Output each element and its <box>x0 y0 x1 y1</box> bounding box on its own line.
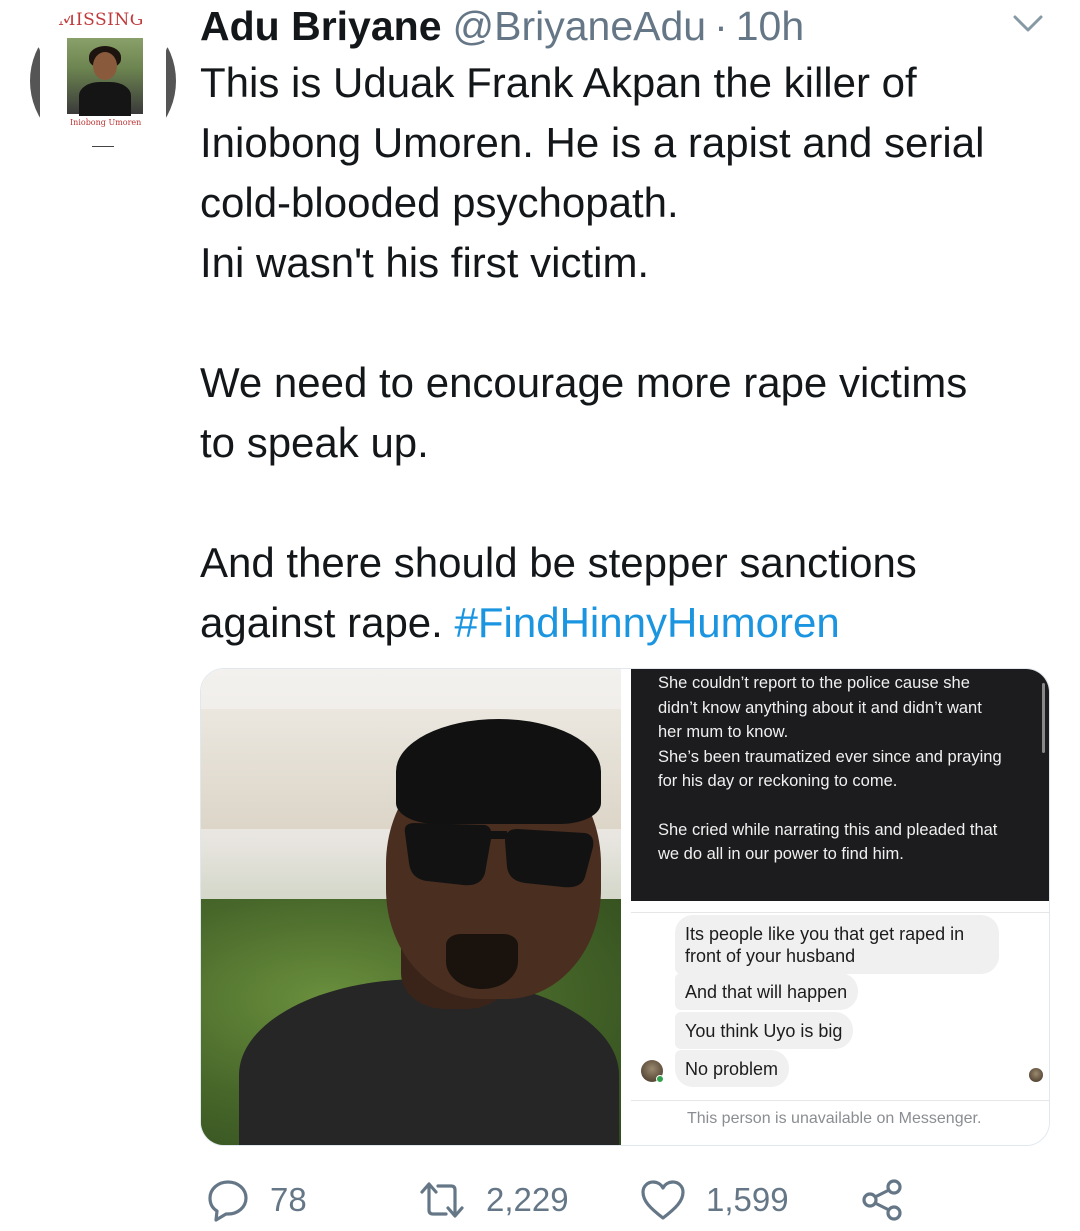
profile-avatar[interactable]: MISSING Iniobong Umoren <box>30 8 176 154</box>
tweet-actions: 78 2,229 1,599 <box>200 1172 1080 1228</box>
like-count: 1,599 <box>706 1181 789 1218</box>
message-bubble: And that will happen <box>675 973 859 1010</box>
avatar-frame-right <box>166 46 176 122</box>
message-bubble: No problem <box>675 1050 790 1087</box>
like-icon <box>641 1180 685 1220</box>
tweet: MISSING Iniobong Umoren Adu Briyane @Bri… <box>0 0 1080 1231</box>
dark-chat-line: her mum to know. <box>658 723 789 741</box>
tweet-line: And there should be stepper sanctions <box>200 539 917 586</box>
reply-count: 78 <box>270 1181 307 1218</box>
tweet-line: cold-blooded psychopath. <box>200 179 679 226</box>
reply-button[interactable]: 78 <box>206 1172 307 1228</box>
media-screenshot-messenger[interactable]: Its people like you that get raped in fr… <box>631 912 1049 1145</box>
retweet-count: 2,229 <box>486 1181 569 1218</box>
header-separator: · <box>714 3 728 49</box>
tweet-timestamp[interactable]: 10h <box>736 2 804 50</box>
sender-avatar <box>641 1060 664 1083</box>
messenger-divider <box>631 1100 1049 1101</box>
dark-chat-line: for his day or reckoning to come. <box>658 772 898 790</box>
reply-icon <box>208 1180 248 1222</box>
dark-chat-line: didn’t know anything about it and didn’t… <box>658 698 982 717</box>
retweet-icon <box>420 1182 464 1218</box>
dark-chat-line: She couldn’t report to the police cause … <box>658 674 970 692</box>
avatar-divider <box>92 146 114 147</box>
user-handle[interactable]: @BriyaneAdu <box>453 2 707 50</box>
tweet-line: We need to encourage more rape victims <box>200 359 968 406</box>
media-screenshot-dark-chat[interactable]: She couldn’t report to the police cause … <box>631 669 1049 901</box>
scrollbar <box>1042 683 1045 753</box>
share-button[interactable] <box>860 1172 904 1228</box>
online-indicator <box>656 1075 664 1083</box>
tweet-header: Adu Briyane @BriyaneAdu · 10h <box>200 2 804 50</box>
tweet-text: This is Uduak Frank Akpan the killer of … <box>200 53 1060 653</box>
dark-chat-line: we do all in our power to find him. <box>658 845 904 863</box>
hashtag-link[interactable]: #FindHinnyHumoren <box>455 599 840 646</box>
display-name[interactable]: Adu Briyane <box>200 2 442 50</box>
tweet-media[interactable]: She couldn’t report to the police cause … <box>200 668 1050 1146</box>
read-receipt-avatar <box>1029 1068 1043 1082</box>
tweet-line: Ini wasn't his first victim. <box>200 239 650 286</box>
message-bubble: Its people like you that get raped in fr… <box>675 915 999 974</box>
dark-chat-line: She cried while narrating this and plead… <box>658 820 998 839</box>
tweet-line: Iniobong Umoren. He is a rapist and seri… <box>200 119 985 166</box>
avatar-name-text: Iniobong Umoren <box>70 118 142 127</box>
chevron-down-icon[interactable] <box>1012 12 1044 34</box>
tweet-line-with-hashtag: against rape. #FindHinnyHumoren <box>200 593 1060 653</box>
avatar-missing-text: MISSING <box>58 10 144 30</box>
media-photo-man[interactable] <box>201 669 621 1145</box>
messenger-unavailable-text: This person is unavailable on Messenger. <box>687 1110 982 1127</box>
avatar-photo <box>67 38 143 116</box>
dark-chat-line: She’s been traumatized ever since and pr… <box>658 747 1002 766</box>
share-icon <box>862 1179 902 1221</box>
tweet-line: to speak up. <box>200 419 429 466</box>
message-bubble: You think Uyo is big <box>675 1012 854 1049</box>
tweet-line-prefix: against rape. <box>200 599 455 646</box>
like-button[interactable]: 1,599 <box>640 1172 789 1228</box>
tweet-line: This is Uduak Frank Akpan the killer of <box>200 59 917 106</box>
avatar-frame-left <box>30 46 40 122</box>
retweet-button[interactable]: 2,229 <box>418 1172 569 1228</box>
